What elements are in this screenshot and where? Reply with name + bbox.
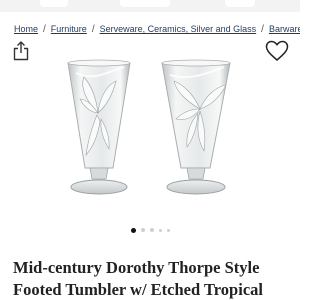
breadcrumb-home[interactable]: Home [14,24,38,34]
breadcrumb: Home / Furniture / Serveware, Ceramics, Silv… [14,22,300,36]
gallery-dot[interactable] [166,228,170,232]
gallery-dot-active[interactable] [130,227,136,233]
gallery-dot[interactable] [158,228,162,232]
top-tab[interactable] [225,0,255,7]
breadcrumb-separator: / [261,24,264,35]
favorite-button[interactable] [265,40,289,62]
right-glass [161,59,231,195]
heart-icon [265,40,289,61]
breadcrumb-barware[interactable]: Barware [269,24,300,34]
breadcrumb-separator: / [91,24,95,35]
etched-glasses-image [67,59,231,195]
breadcrumb-serveware[interactable]: Serveware, Ceramics, Silver and Glass [100,24,257,34]
top-tab[interactable] [40,0,68,7]
breadcrumb-furniture[interactable]: Furniture [51,24,87,34]
product-image[interactable] [40,55,260,220]
share-icon [13,41,29,61]
gallery-dot[interactable] [140,228,145,232]
gallery-indicator [0,226,300,234]
top-tab[interactable] [120,0,170,7]
left-glass [67,59,131,195]
gallery-dot[interactable] [149,228,154,232]
product-title: Mid-century Dorothy Thorpe Style Footed … [13,258,263,299]
share-button[interactable] [13,41,29,61]
top-strip [0,0,300,12]
breadcrumb-separator: / [43,24,46,35]
